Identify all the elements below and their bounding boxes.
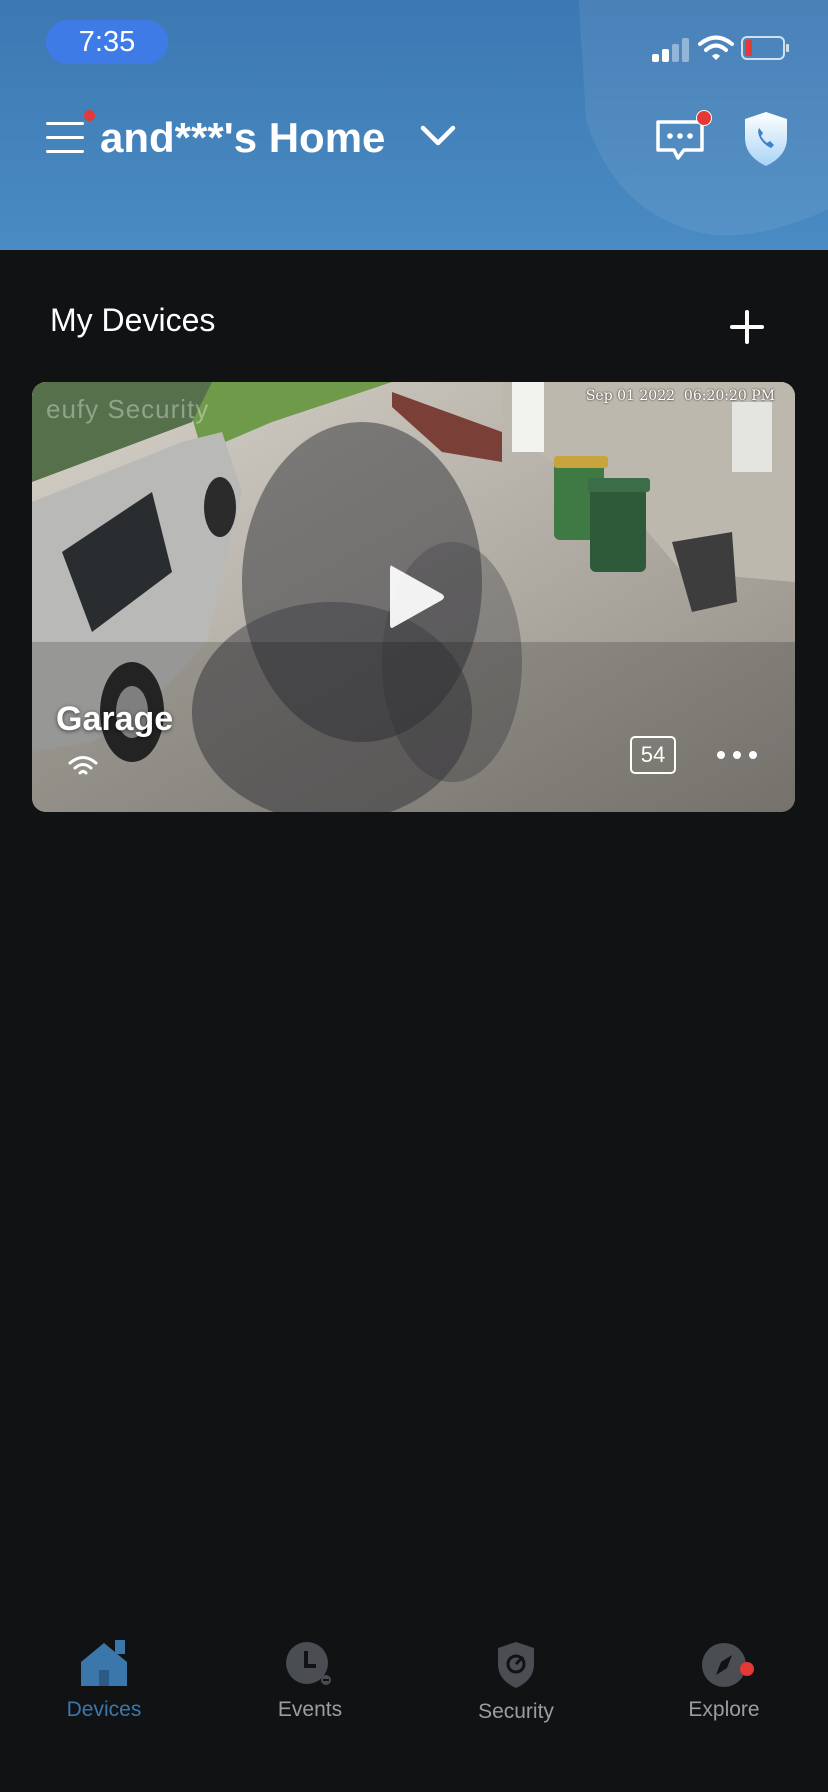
device-card-garage[interactable]: eufy Security Sep 01 2022 06:20:20 PM Ga… <box>32 382 795 812</box>
brand-watermark: eufy Security <box>46 394 210 424</box>
shield-icon <box>498 1642 534 1688</box>
home-icon <box>81 1640 127 1686</box>
device-name: Garage <box>56 700 174 738</box>
more-options-icon[interactable] <box>712 742 762 768</box>
app-header: 7:35 and***'s Home <box>0 0 828 250</box>
tab-label: Events <box>277 1698 343 1721</box>
play-icon[interactable] <box>386 562 446 632</box>
tab-events[interactable]: Events <box>230 1640 390 1750</box>
chevron-down-icon[interactable] <box>420 124 456 148</box>
menu-notification-badge <box>84 110 95 121</box>
bottom-tab-bar: Devices Events Security Explore <box>0 1620 828 1792</box>
security-call-shield-icon[interactable] <box>742 110 790 168</box>
status-time: 7:35 <box>46 20 168 64</box>
clock-icon <box>286 1642 331 1685</box>
battery-icon <box>741 36 789 60</box>
section-title-my-devices: My Devices <box>50 302 216 338</box>
tab-label: Security <box>478 1700 554 1723</box>
home-selector-title[interactable]: and***'s Home <box>100 110 385 166</box>
message-notification-badge <box>696 110 712 126</box>
tab-devices[interactable]: Devices <box>24 1640 184 1750</box>
menu-icon[interactable] <box>46 120 84 156</box>
snapshot-timestamp: Sep 01 2022 06:20:20 PM <box>585 388 775 404</box>
wifi-connection-icon <box>68 756 98 775</box>
tab-label: Devices <box>66 1698 142 1721</box>
tab-label: Explore <box>688 1698 760 1721</box>
wifi-status-icon <box>698 35 734 60</box>
explore-notification-badge <box>740 1662 754 1676</box>
add-device-button[interactable] <box>728 308 766 346</box>
battery-level-badge: 54 <box>630 736 676 774</box>
cellular-signal-icon <box>652 36 692 62</box>
tab-security[interactable]: Security <box>436 1640 596 1750</box>
tab-explore[interactable]: Explore <box>644 1640 804 1750</box>
